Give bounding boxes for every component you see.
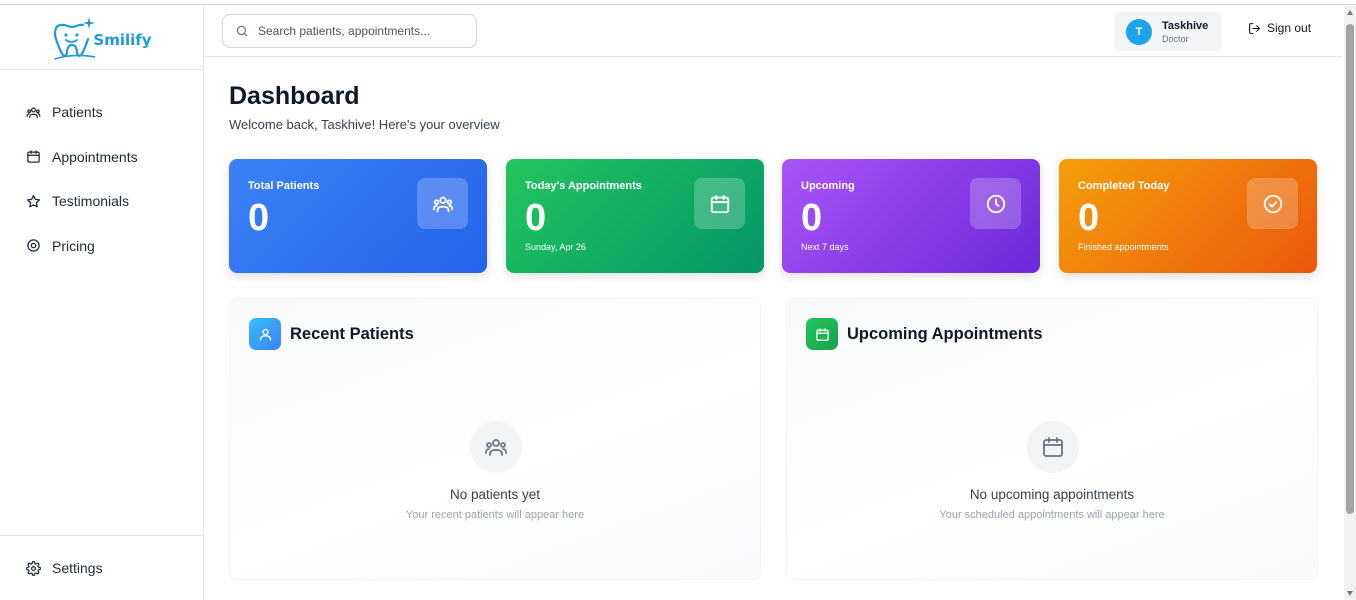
stat-label: Today's Appointments [525, 180, 642, 192]
sidebar-item-label: Appointments [52, 148, 138, 165]
page-title: Dashboard [229, 82, 360, 110]
user-profile[interactable]: T Taskhive Doctor [1114, 12, 1222, 51]
calendar-icon [27, 150, 40, 163]
sidebar-item-label: Patients [52, 104, 103, 121]
top-header: T Taskhive Doctor Sign out [204, 6, 1342, 57]
target-icon [27, 239, 40, 252]
sidebar-item-appointments[interactable]: Appointments [0, 135, 203, 180]
user-icon [259, 328, 271, 341]
logo-area[interactable]: Smilify [0, 6, 203, 70]
calendar-icon [815, 327, 829, 341]
stat-value: 0 [1078, 197, 1100, 239]
sidebar-item-settings[interactable]: Settings [0, 535, 203, 600]
stat-value: 0 [801, 197, 823, 239]
vertical-scrollbar[interactable] [1344, 6, 1356, 600]
panel-title: Upcoming Appointments [847, 325, 1043, 343]
calendar-icon [1043, 437, 1063, 457]
gear-icon [26, 560, 41, 576]
sidebar-item-testimonials[interactable]: Testimonials [0, 179, 203, 224]
avatar: T [1126, 18, 1152, 45]
sidebar-item-patients[interactable]: Patients [0, 90, 203, 135]
clock-icon [986, 194, 1005, 213]
stat-label: Completed Today [1078, 180, 1170, 192]
upcoming-appointments-panel: Upcoming Appointments No upcoming appoin… [786, 298, 1318, 580]
stat-icon-box [417, 178, 468, 229]
stat-subtext: Sunday, Apr 26 [525, 242, 586, 252]
page-subtitle: Welcome back, Taskhive! Here's your over… [229, 117, 500, 132]
user-role: Doctor [1162, 33, 1189, 44]
empty-state-icon-circle [470, 421, 522, 473]
panel-title: Recent Patients [290, 325, 414, 343]
sign-out-button[interactable]: Sign out [1248, 21, 1311, 35]
empty-state-icon-circle [1027, 421, 1079, 473]
empty-state-title: No upcoming appointments [969, 487, 1135, 502]
users-icon [432, 196, 453, 212]
users-icon [485, 439, 507, 456]
settings-label: Settings [52, 560, 103, 576]
empty-state-title: No patients yet [449, 487, 541, 502]
sign-out-icon [1249, 22, 1260, 34]
stat-icon-box [970, 178, 1021, 229]
user-info: Taskhive Doctor [1162, 20, 1208, 44]
panel-icon-box [806, 318, 838, 350]
stat-value: 0 [248, 197, 270, 239]
calendar-icon [710, 194, 729, 213]
sign-out-label: Sign out [1267, 21, 1312, 35]
stat-card-upcoming[interactable]: Upcoming 0 Next 7 days [782, 159, 1040, 273]
recent-patients-panel: Recent Patients No patients yet Your rec… [229, 298, 761, 580]
stat-card-completed-today[interactable]: Completed Today 0 Finished appointments [1059, 159, 1317, 273]
sidebar-item-pricing[interactable]: Pricing [0, 224, 203, 269]
sidebar-item-label: Pricing [52, 237, 95, 254]
scrollbar-thumb[interactable] [1346, 24, 1354, 514]
logo-text: Smilify [93, 30, 152, 49]
stat-subtext: Next 7 days [801, 242, 849, 252]
window-top-edge [0, 0, 1356, 5]
stat-label: Total Patients [248, 180, 320, 192]
stat-subtext: Finished appointments [1078, 242, 1169, 252]
scroll-down-arrow-icon[interactable] [1347, 591, 1353, 596]
logo[interactable]: Smilify [51, 15, 152, 61]
empty-state-subtitle: Your recent patients will appear here [405, 509, 585, 521]
stat-icon-box [1247, 178, 1298, 229]
sidebar-item-label: Testimonials [52, 193, 130, 210]
user-name: Taskhive [1162, 19, 1209, 32]
search-box[interactable] [222, 14, 477, 48]
main-content: Dashboard Welcome back, Taskhive! Here's… [204, 58, 1342, 600]
sidebar: Smilify Patients Appointments Testimonia… [0, 6, 204, 600]
stat-value: 0 [525, 197, 547, 239]
tooth-logo-icon [54, 16, 96, 60]
sidebar-nav: Patients Appointments Testimonials Prici… [0, 70, 203, 268]
stat-icon-box [694, 178, 745, 229]
empty-state-subtitle: Your scheduled appointments will appear … [939, 509, 1165, 521]
search-icon [236, 25, 248, 37]
scroll-up-arrow-icon[interactable] [1347, 10, 1353, 15]
panel-icon-box [249, 318, 281, 350]
users-icon [26, 107, 41, 118]
check-circle-icon [1263, 194, 1282, 213]
stat-card-total-patients[interactable]: Total Patients 0 [229, 159, 487, 273]
star-icon [26, 194, 41, 208]
stat-card-todays-appointments[interactable]: Today's Appointments 0 Sunday, Apr 26 [506, 159, 764, 273]
stat-label: Upcoming [801, 180, 855, 192]
search-input[interactable] [258, 24, 458, 38]
